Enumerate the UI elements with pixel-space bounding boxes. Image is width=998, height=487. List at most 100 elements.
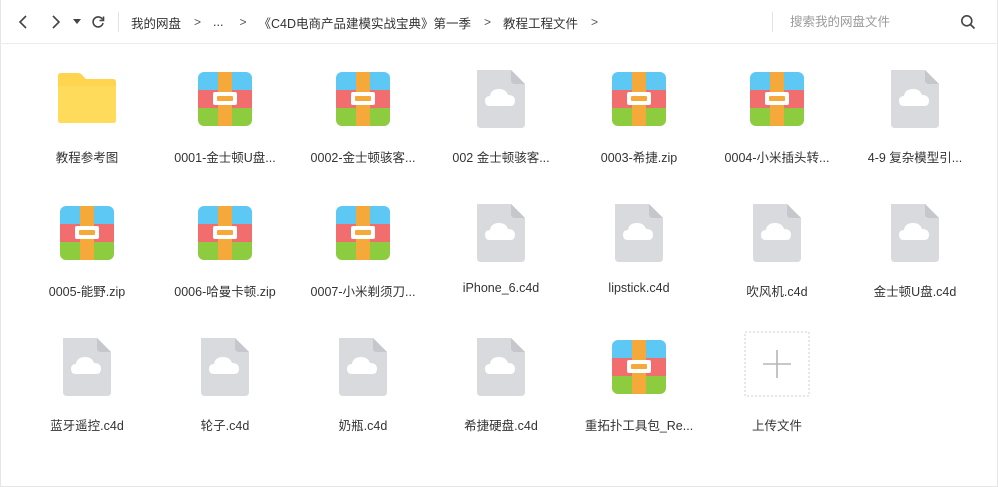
file-item[interactable]: 0003-希捷.zip (574, 44, 704, 165)
zip-archive-icon (198, 72, 252, 126)
item-icon (57, 68, 117, 130)
item-icon (471, 68, 531, 130)
item-label: 0007-小米剃须刀... (310, 285, 416, 299)
cloud-file-icon (891, 70, 939, 128)
item-icon (744, 331, 810, 398)
item-label: 4-9 复杂模型引... (867, 151, 963, 165)
zip-archive-icon (336, 72, 390, 126)
item-label: 奶瓶.c4d (338, 419, 388, 433)
file-item[interactable]: 吹风机.c4d (712, 178, 842, 299)
item-label: 轮子.c4d (200, 419, 250, 433)
cloud-file-icon (63, 338, 111, 396)
item-label: 0004-小米插头转... (724, 151, 830, 165)
cloud-file-icon (339, 338, 387, 396)
breadcrumb-item-ellipsis[interactable]: ... (213, 15, 223, 29)
cloud-file-icon (891, 204, 939, 262)
item-icon (747, 202, 807, 264)
chevron-right-icon (52, 15, 61, 29)
zip-archive-icon (336, 206, 390, 260)
folder-item[interactable]: 教程参考图 (22, 44, 152, 165)
item-icon (471, 202, 531, 264)
forward-button[interactable] (45, 12, 65, 32)
file-item[interactable]: 重拓扑工具包_Re... (574, 312, 704, 433)
cloud-file-icon (477, 204, 525, 262)
file-item[interactable]: 0004-小米插头转... (712, 44, 842, 165)
item-icon (333, 336, 393, 398)
item-label: lipstick.c4d (608, 281, 670, 295)
toolbar: 我的网盘 > ... > 《C4D电商产品建模实战宝典》第一季 > 教程工程文件… (0, 0, 998, 44)
file-item[interactable]: 0007-小米剃须刀... (298, 178, 428, 299)
zip-archive-icon (612, 340, 666, 394)
file-item[interactable]: lipstick.c4d (574, 178, 704, 295)
item-icon (333, 68, 393, 130)
file-item[interactable]: 0001-金士顿U盘... (160, 44, 290, 165)
back-button[interactable] (14, 12, 34, 32)
upload-file-button[interactable]: 上传文件 (712, 312, 842, 433)
search-box (790, 0, 990, 44)
breadcrumb-separator: > (239, 15, 247, 29)
item-icon (471, 336, 531, 398)
item-label: 002 金士顿骇客... (452, 151, 550, 165)
refresh-button[interactable] (88, 12, 108, 32)
breadcrumb-item-current[interactable]: 教程工程文件 (503, 13, 578, 32)
item-icon (609, 68, 669, 130)
item-label: 上传文件 (751, 419, 802, 433)
item-icon (333, 202, 393, 264)
file-item[interactable]: 希捷硬盘.c4d (436, 312, 566, 433)
file-item[interactable]: 0002-金士顿骇客... (298, 44, 428, 165)
item-label: 0006-哈曼卡顿.zip (174, 285, 276, 299)
breadcrumb: 我的网盘 > ... > 《C4D电商产品建模实战宝典》第一季 > 教程工程文件… (131, 0, 610, 44)
item-label: iPhone_6.c4d (462, 281, 540, 295)
chevron-left-icon (18, 15, 27, 29)
breadcrumb-separator: > (194, 15, 202, 29)
item-icon (885, 202, 945, 264)
item-icon (195, 336, 255, 398)
item-label: 重拓扑工具包_Re... (584, 419, 694, 433)
item-icon (747, 68, 807, 130)
file-item[interactable]: 002 金士顿骇客... (436, 44, 566, 165)
file-item[interactable]: 0005-能野.zip (22, 178, 152, 299)
search-icon[interactable] (960, 14, 976, 30)
item-label: 0005-能野.zip (48, 285, 126, 299)
refresh-icon (92, 16, 105, 28)
item-icon (609, 202, 669, 264)
file-item[interactable]: 蓝牙遥控.c4d (22, 312, 152, 433)
cloud-file-icon (753, 204, 801, 262)
item-icon (885, 68, 945, 130)
item-icon (195, 68, 255, 130)
cloud-file-icon (477, 70, 525, 128)
history-dropdown-button[interactable] (68, 12, 86, 32)
file-item[interactable]: 奶瓶.c4d (298, 312, 428, 433)
item-label: 蓝牙遥控.c4d (50, 419, 124, 433)
toolbar-divider (772, 12, 773, 32)
item-label: 金士顿U盘.c4d (873, 285, 957, 299)
caret-down-icon (73, 19, 81, 24)
item-label: 0003-希捷.zip (600, 151, 678, 165)
search-input[interactable] (790, 15, 950, 29)
zip-archive-icon (60, 206, 114, 260)
item-label: 教程参考图 (55, 151, 119, 165)
item-icon (57, 202, 117, 264)
file-item[interactable]: 金士顿U盘.c4d (850, 178, 980, 299)
item-label: 0001-金士顿U盘... (174, 151, 276, 165)
file-item[interactable]: 0006-哈曼卡顿.zip (160, 178, 290, 299)
item-label: 吹风机.c4d (746, 285, 808, 299)
item-icon (57, 336, 117, 398)
cloud-file-icon (201, 338, 249, 396)
file-item[interactable]: iPhone_6.c4d (436, 178, 566, 295)
item-label: 0002-金士顿骇客... (310, 151, 416, 165)
breadcrumb-separator: > (591, 15, 599, 29)
breadcrumb-item-root[interactable]: 我的网盘 (131, 13, 181, 32)
zip-archive-icon (612, 72, 666, 126)
zip-archive-icon (750, 72, 804, 126)
item-label: 希捷硬盘.c4d (464, 419, 538, 433)
folder-icon (58, 73, 116, 123)
file-item[interactable]: 轮子.c4d (160, 312, 290, 433)
upload-plus-icon (744, 331, 810, 397)
cloud-file-icon (477, 338, 525, 396)
breadcrumb-item-course[interactable]: 《C4D电商产品建模实战宝典》第一季 (258, 13, 471, 32)
file-item[interactable]: 4-9 复杂模型引... (850, 44, 980, 165)
item-icon (195, 202, 255, 264)
breadcrumb-separator: > (483, 15, 491, 29)
item-icon (609, 336, 669, 398)
